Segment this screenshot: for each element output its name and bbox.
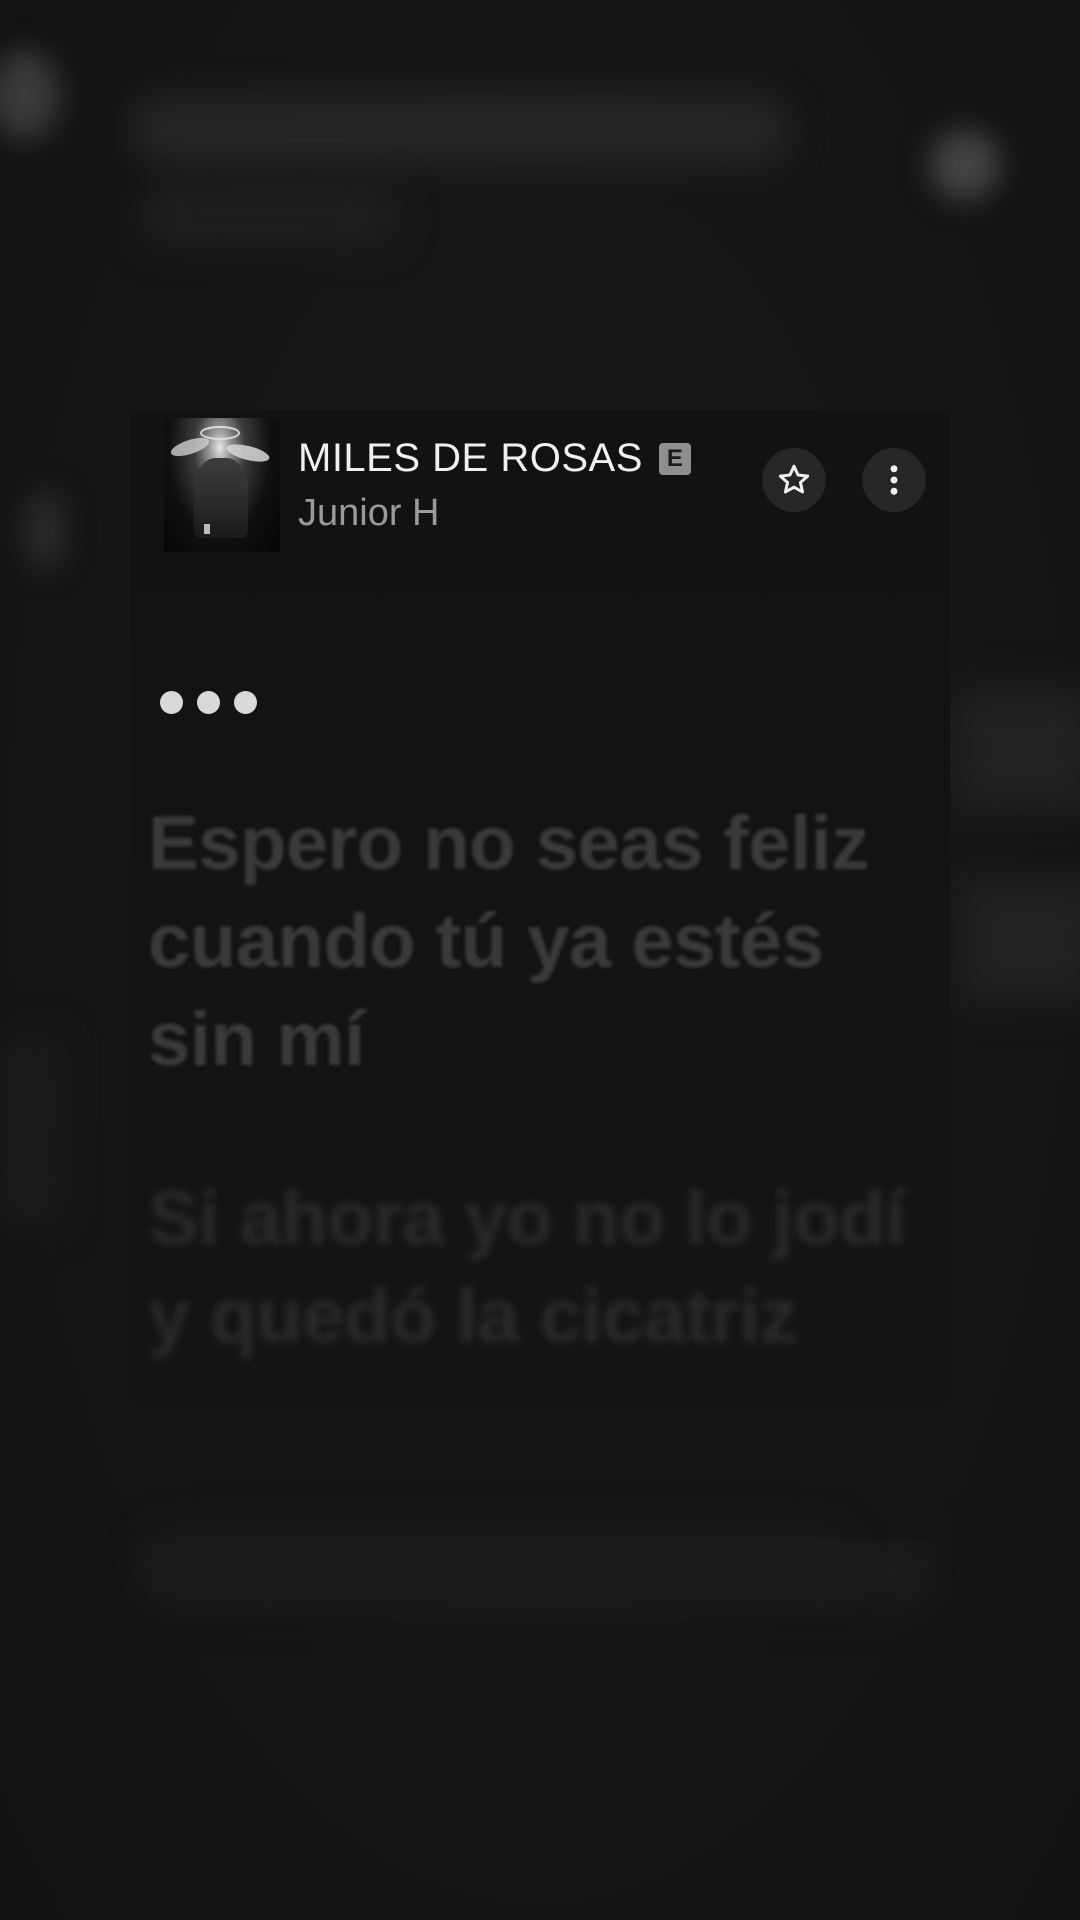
- blurred-background-shape: [960, 880, 1080, 1000]
- indicator-dot: [160, 691, 183, 714]
- lyric-line-blurred: [148, 1530, 848, 1590]
- artist-name[interactable]: Junior H: [298, 492, 440, 535]
- artwork-figure: [194, 458, 248, 538]
- title-row: MILES DE ROSAS E: [298, 436, 691, 481]
- star-icon: [776, 462, 812, 498]
- blurred-background-text: [140, 185, 400, 245]
- blurred-background-shape: [930, 130, 1000, 200]
- favorite-button[interactable]: [762, 448, 826, 512]
- artwork-mark: [204, 524, 210, 534]
- blurred-background-shape: [955, 690, 1080, 810]
- blurred-background-shape: [25, 490, 65, 570]
- lyrics-screen: MILES DE ROSAS E Junior H Espero no seas…: [0, 0, 1080, 1920]
- explicit-badge: E: [658, 442, 691, 475]
- indicator-dot: [197, 691, 220, 714]
- artwork-wing: [168, 434, 212, 460]
- blurred-background-text: [130, 95, 790, 165]
- indicator-dot: [234, 691, 257, 714]
- blurred-background-shape: [0, 50, 60, 140]
- more-vertical-icon: [876, 462, 912, 498]
- more-options-button[interactable]: [862, 448, 926, 512]
- blurred-background-shape: [0, 1040, 60, 1220]
- song-title[interactable]: MILES DE ROSAS: [298, 436, 643, 481]
- lyrics-waiting-indicator: [160, 691, 257, 714]
- lyric-line[interactable]: Espero no seas feliz cuando tú ya estés …: [148, 795, 928, 1089]
- lyric-line[interactable]: Si ahora yo no lo jodí y quedó la cicatr…: [148, 1170, 928, 1366]
- album-artwork[interactable]: [164, 418, 280, 552]
- now-playing-header: MILES DE ROSAS E Junior H: [160, 418, 940, 558]
